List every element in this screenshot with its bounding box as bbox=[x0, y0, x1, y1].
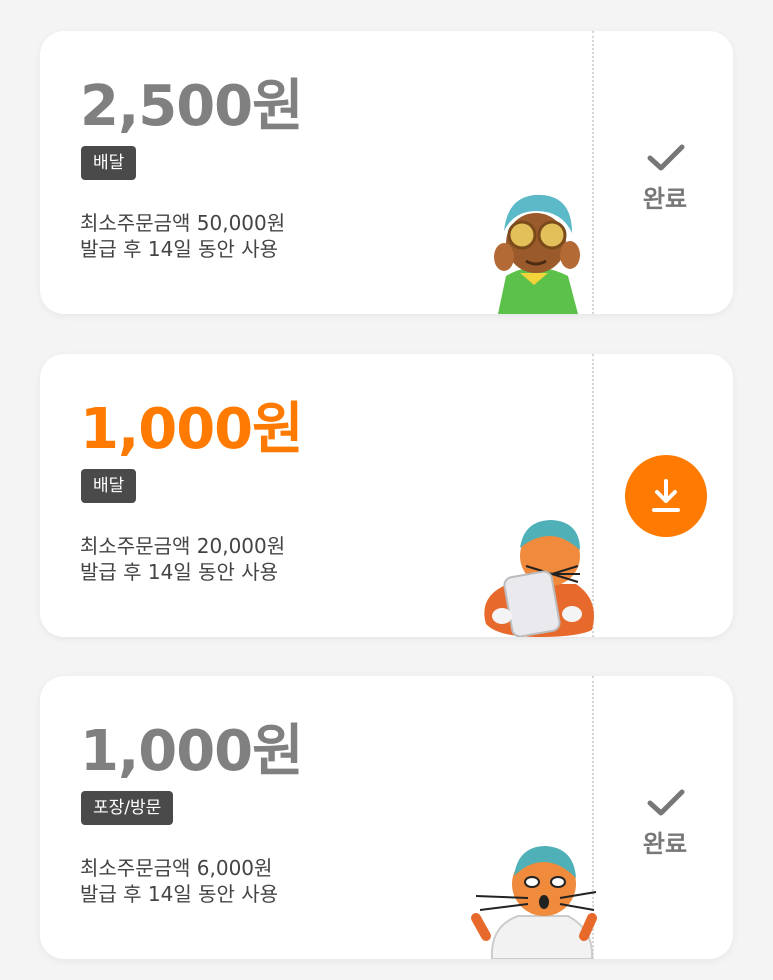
download-button[interactable] bbox=[625, 455, 707, 537]
validity-text: 발급 후 14일 동안 사용 bbox=[80, 237, 279, 261]
coupon-amount: 1,000원 bbox=[80, 397, 304, 462]
coupon-amount: 1,000원 bbox=[80, 719, 304, 784]
coupon-card: 1,000원 포장/방문 최소주문금액 6,000원 발급 후 14일 동안 사… bbox=[40, 676, 733, 959]
coupon-type-badge: 배달 bbox=[81, 146, 137, 180]
coupon-amount: 2,500원 bbox=[80, 74, 304, 139]
surprised-cat-icon bbox=[471, 846, 597, 959]
min-order-text: 최소주문금액 20,000원 bbox=[80, 534, 286, 558]
coupon-card: 2,500원 배달 최소주문금액 50,000원 발급 후 14일 동안 사용 … bbox=[40, 31, 733, 314]
cat-with-tablet-icon bbox=[484, 520, 594, 637]
check-icon bbox=[647, 789, 685, 816]
goggles-character-icon bbox=[494, 194, 580, 314]
coupon-type-badge: 포장/방문 bbox=[81, 791, 174, 825]
coupon-type-badge: 배달 bbox=[81, 469, 137, 503]
validity-text: 발급 후 14일 동안 사용 bbox=[80, 560, 279, 584]
status-complete-label: 완료 bbox=[642, 185, 688, 213]
validity-text: 발급 후 14일 동안 사용 bbox=[80, 882, 279, 906]
min-order-text: 최소주문금액 6,000원 bbox=[80, 856, 273, 880]
min-order-text: 최소주문금액 50,000원 bbox=[80, 211, 286, 235]
coupon-card: 1,000원 배달 최소주문금액 20,000원 발급 후 14일 동안 사용 bbox=[40, 354, 733, 637]
check-icon bbox=[647, 144, 685, 171]
download-icon bbox=[652, 479, 680, 512]
status-complete-label: 완료 bbox=[642, 830, 688, 858]
